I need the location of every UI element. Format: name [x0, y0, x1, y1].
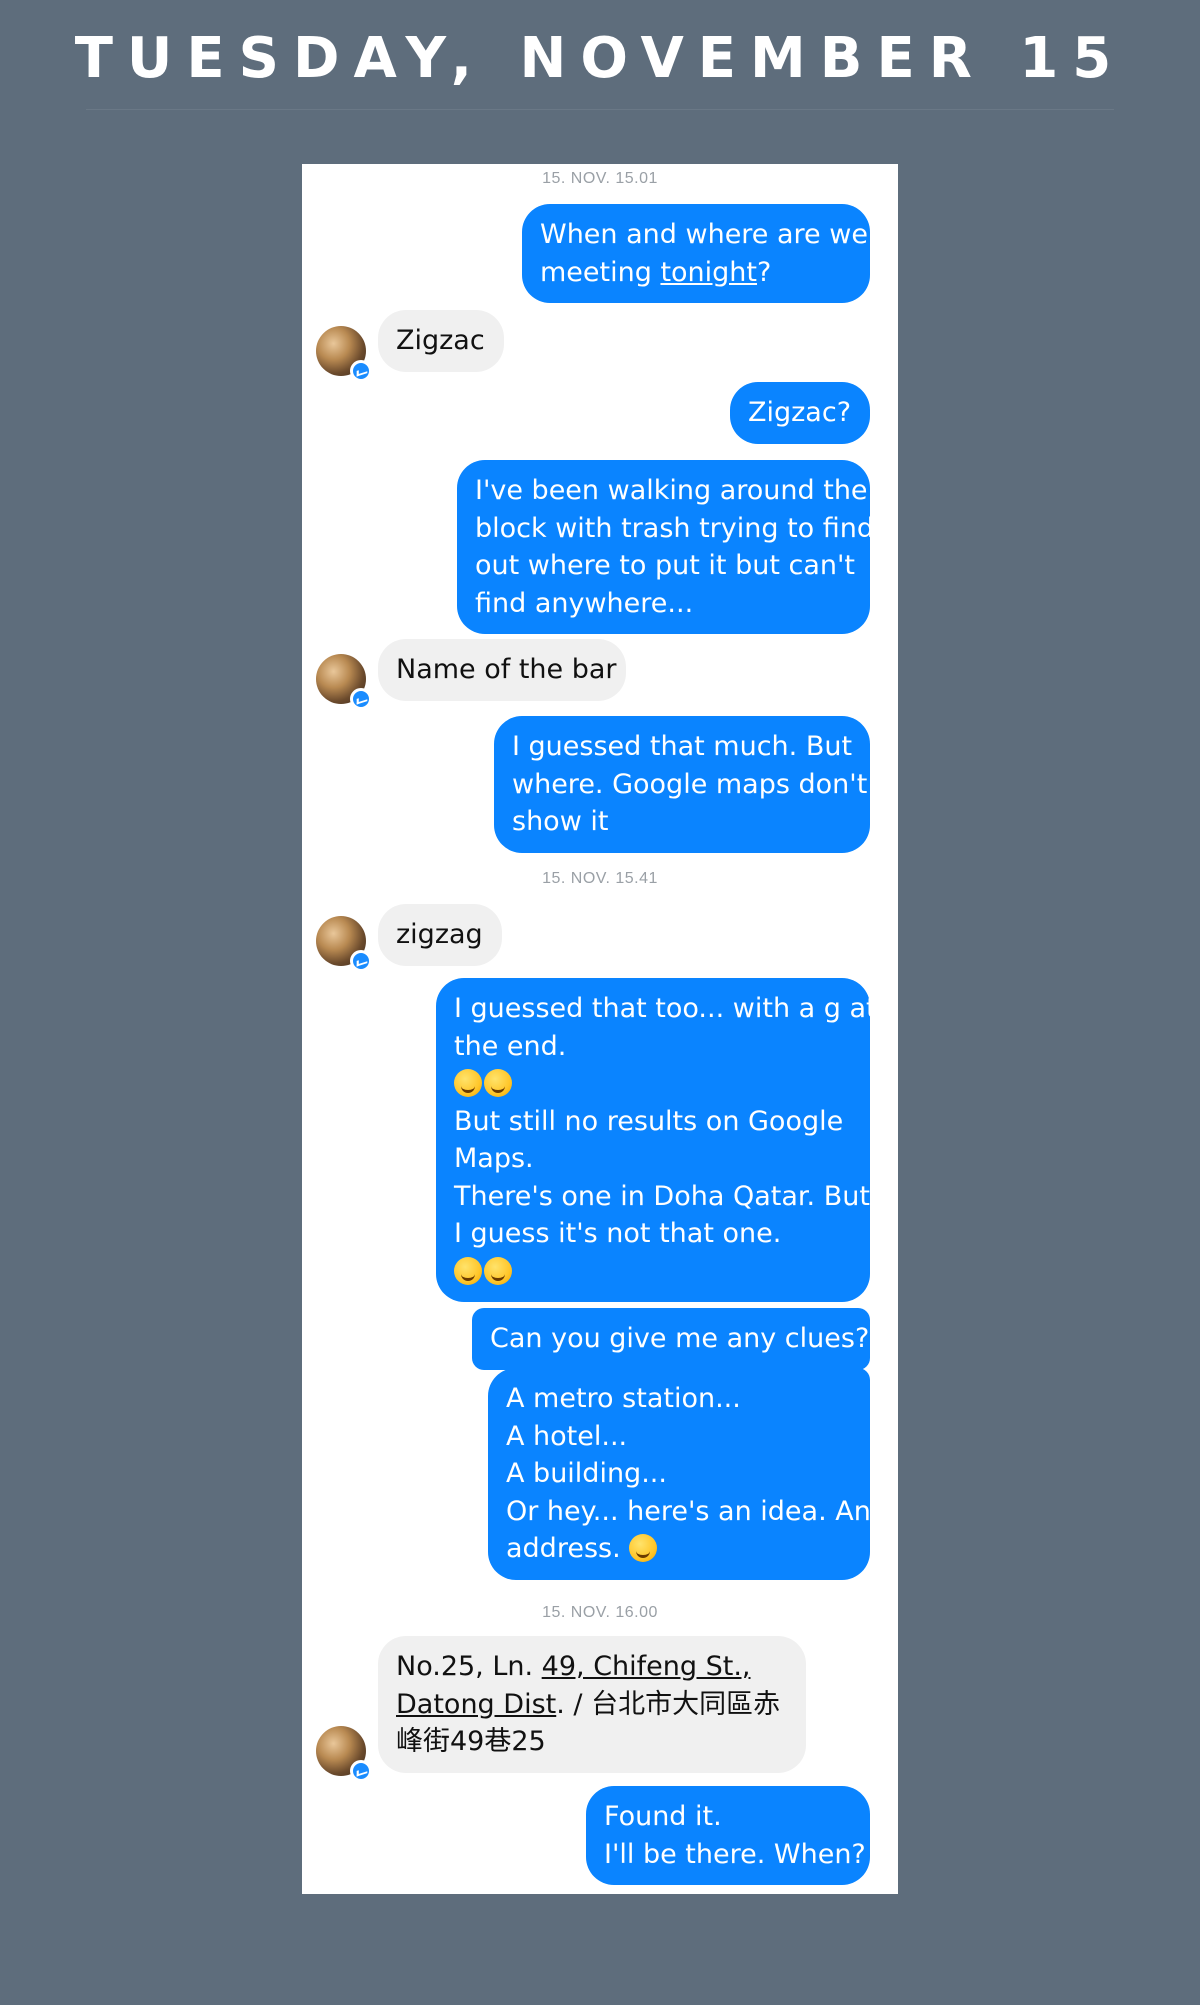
- message-line: Name of the bar: [396, 654, 617, 685]
- message-line: Zigzac?: [748, 397, 852, 428]
- message-line: No.25, Ln.: [396, 1651, 542, 1682]
- tears-of-joy-emoji-icon: [454, 1069, 482, 1097]
- outgoing-message[interactable]: When and where are we meeting tonight?: [522, 204, 870, 303]
- message-line: Can you give me any clues?: [490, 1323, 870, 1354]
- contact-avatar[interactable]: [316, 1726, 372, 1782]
- outgoing-message[interactable]: A metro station... A hotel... A building…: [488, 1368, 871, 1580]
- outgoing-message[interactable]: Can you give me any clues?: [472, 1308, 870, 1370]
- outgoing-message[interactable]: I've been walking around the block with …: [457, 460, 875, 634]
- message-line: Or hey... here's an idea. An: [506, 1495, 871, 1527]
- winking-tongue-emoji-icon: [484, 1256, 512, 1285]
- outgoing-message[interactable]: I guessed that much. But where. Google m…: [494, 716, 870, 853]
- contact-avatar[interactable]: [316, 916, 372, 972]
- timestamp: 15. NOV. 16.00: [542, 1604, 658, 1621]
- outgoing-message[interactable]: I guessed that too... with a g at the en…: [436, 978, 877, 1302]
- message-line: I guess it's not that one.: [454, 1218, 782, 1249]
- message-line: Found it.: [604, 1801, 722, 1832]
- tears-of-joy-emoji-icon: [484, 1069, 512, 1097]
- message-line: block with trash trying to find: [475, 512, 875, 544]
- message-line: out where to put it but can't: [475, 550, 856, 581]
- message-line: Zigzac: [396, 325, 485, 356]
- emoji-row: [454, 1253, 852, 1291]
- message-line: Maps.: [454, 1143, 534, 1174]
- message-line: where. Google maps don't: [512, 768, 868, 800]
- message-line: show it: [512, 806, 609, 837]
- message-line: A hotel...: [506, 1420, 628, 1452]
- message-line: the end.: [454, 1030, 567, 1062]
- contact-avatar[interactable]: [316, 654, 372, 710]
- emoji-row: [454, 1065, 852, 1103]
- timestamp: 15. NOV. 15.41: [542, 870, 658, 887]
- title-divider: [86, 75, 1114, 110]
- incoming-message[interactable]: Name of the bar: [378, 639, 626, 701]
- incoming-message[interactable]: Zigzac: [378, 310, 504, 372]
- incoming-message[interactable]: zigzag: [378, 904, 502, 966]
- messenger-badge-icon: [350, 688, 372, 710]
- message-line: I've been walking around the: [475, 475, 868, 506]
- message-line: meeting: [540, 256, 661, 288]
- message-line: zigzag: [396, 919, 483, 950]
- message-line: ?: [757, 256, 772, 288]
- outgoing-message[interactable]: Zigzac?: [730, 382, 870, 444]
- message-line: There's one in Doha Qatar. But: [454, 1180, 870, 1212]
- detected-link[interactable]: tonight: [660, 257, 757, 288]
- message-line: . / 台北市大同區赤: [556, 1688, 781, 1720]
- messenger-badge-icon: [350, 1760, 372, 1782]
- smiling-face-emoji-icon: [629, 1534, 658, 1562]
- message-line: I'll be there. When?: [604, 1838, 866, 1870]
- message-line: A building...: [506, 1458, 667, 1489]
- message-line: I guessed that much. But: [512, 731, 853, 762]
- outgoing-message[interactable]: Found it. I'll be there. When?: [586, 1786, 870, 1885]
- messenger-badge-icon: [350, 360, 372, 382]
- message-line: When and where are we: [540, 219, 868, 250]
- chat-thread[interactable]: 15. NOV. 15.01 When and where are we mee…: [302, 164, 898, 1894]
- contact-avatar[interactable]: [316, 326, 372, 382]
- timestamp: 15. NOV. 15.01: [542, 170, 658, 187]
- winking-tongue-emoji-icon: [454, 1256, 482, 1285]
- incoming-message[interactable]: No.25, Ln. 49, Chifeng St., Datong Dist.…: [378, 1636, 806, 1773]
- message-line: I guessed that too... with a g at: [454, 993, 877, 1024]
- message-line: A metro station...: [506, 1383, 741, 1414]
- message-line: address.: [506, 1533, 630, 1564]
- message-line: 峰街49巷25: [396, 1726, 546, 1757]
- message-line: But still no results on Google: [454, 1105, 844, 1137]
- messenger-badge-icon: [350, 950, 372, 972]
- address-link[interactable]: 49, Chifeng St.,: [542, 1651, 751, 1682]
- message-line: find anywhere...: [475, 587, 694, 619]
- address-link[interactable]: Datong Dist: [396, 1689, 556, 1720]
